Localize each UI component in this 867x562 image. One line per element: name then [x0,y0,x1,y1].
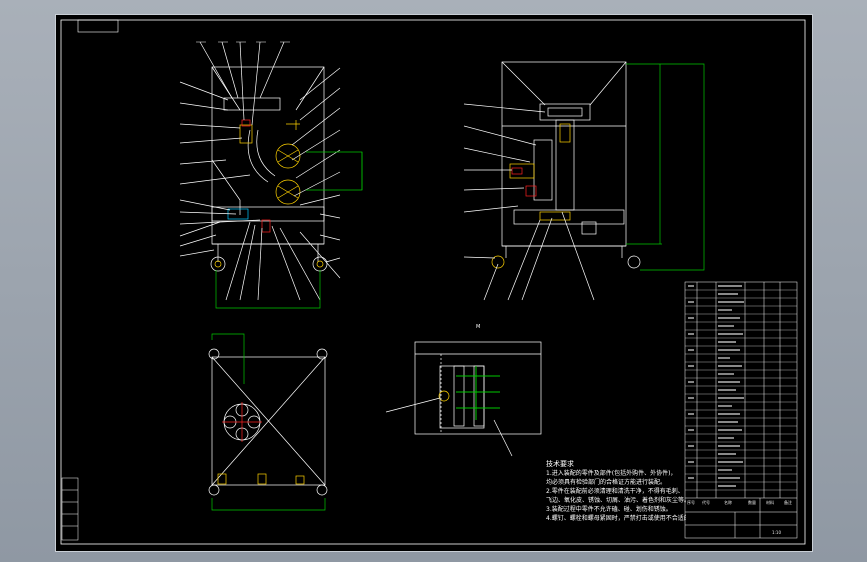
technical-note-line: 1.进入装配的零件及部件(包括外购件、外协件)， [546,470,677,477]
section-mark: M [476,324,481,330]
title-block-cell: 代号 [702,500,710,505]
technical-note-line: 3.装配过程中零件不允许磕、碰、划伤和锈蚀。 [546,506,672,513]
technical-notes: 技术要求 1.进入装配的零件及部件(包括外购件、外协件)， 均必须具有检验部门的… [546,460,686,523]
front-view-dimensions [215,151,363,309]
title-block-cell: 序号 [687,500,695,505]
title-block-cell: 备注 [784,500,792,505]
top-view [208,348,328,496]
technical-note-line: 均必须具有检验部门的合格证方能进行装配。 [546,479,667,486]
section-view [385,341,542,457]
corner-code-box [77,19,119,33]
side-view [463,61,641,301]
side-view-dimensions [626,63,705,271]
technical-note-line: 飞边、氧化皮、锈蚀、切屑、油污、着色剂和灰尘等。 [546,497,686,504]
drawing-scale: 1:10 [772,530,781,535]
section-view-green [456,366,500,420]
front-view [179,41,341,301]
title-block-cell: 数量 [748,500,756,505]
title-block-cell: 名称 [724,500,732,505]
technical-note-line: 4.螺钉、螺栓和螺母紧固时，严禁打击或使用不合适的旋具和扳手。 [546,515,686,522]
technical-notes-title: 技术要求 [546,460,574,468]
revision-block [61,477,79,541]
technical-note-line: 2.零件在装配前必须清理和清洗干净，不得有毛刺、 [546,488,684,495]
title-block-cell: 材料 [766,500,774,505]
cad-drawing [60,19,806,545]
